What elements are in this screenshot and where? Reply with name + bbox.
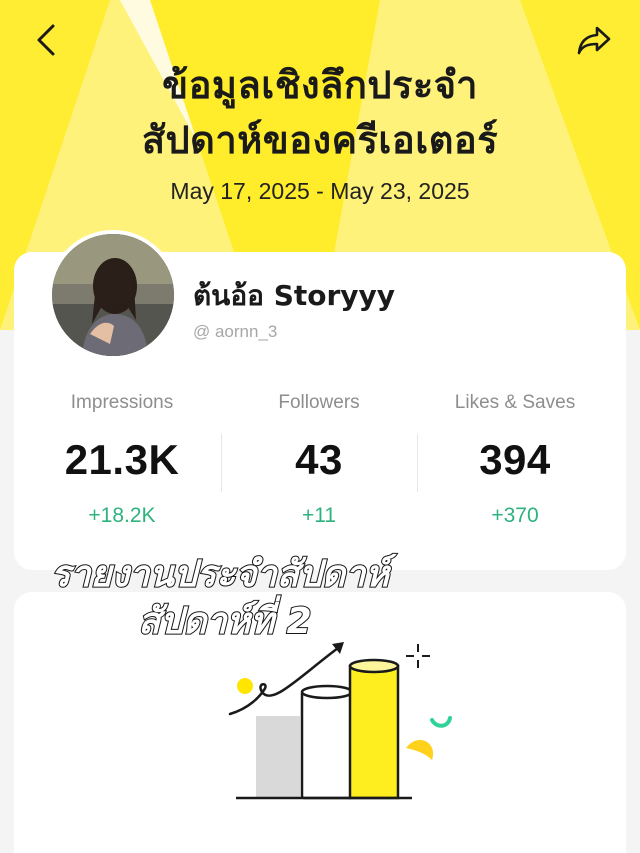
profile-name: ต้นอ้อ Storyyy <box>193 279 396 312</box>
share-button[interactable] <box>572 18 616 62</box>
stat-label: Impressions <box>70 392 174 413</box>
page-title: ข้อมูลเชิงลึกประจำ สัปดาห์ของครีเอเตอร์ <box>0 58 640 168</box>
illus-bar-gray <box>256 716 300 798</box>
stat-delta: +370 <box>491 504 539 527</box>
stat-value: 43 <box>295 436 343 483</box>
overlay-caption-line2: สัปดาห์ที่ 2 <box>137 600 312 643</box>
date-range: May 17, 2025 - May 23, 2025 <box>170 178 470 204</box>
sparkle-icon <box>406 644 430 668</box>
chevron-left-icon <box>37 24 55 56</box>
page-title-line1: ข้อมูลเชิงลึกประจำ <box>162 63 478 107</box>
stat-label: Followers <box>278 392 360 413</box>
stat-value: 21.3K <box>64 436 180 483</box>
illus-dot <box>237 678 253 694</box>
stat-impressions: Impressions 21.3K +18.2K <box>22 392 222 528</box>
avatar[interactable] <box>48 230 178 360</box>
stat-followers: Followers 43 +11 <box>219 392 419 528</box>
avatar-photo <box>52 234 174 356</box>
illus-bar-yellow <box>348 664 400 800</box>
share-icon <box>577 26 611 55</box>
stat-label: Likes & Saves <box>454 392 576 413</box>
illus-leaf <box>406 739 434 760</box>
back-button[interactable] <box>24 18 68 62</box>
growth-chart-illustration <box>228 642 452 800</box>
stat-delta: +11 <box>301 504 337 527</box>
illus-bar-white <box>300 690 354 800</box>
stat-likes-saves: Likes & Saves 394 +370 <box>415 392 615 528</box>
screen: ข้อมูลเชิงลึกประจำ สัปดาห์ของครีเอเตอร์ … <box>0 0 640 853</box>
stat-delta: +18.2K <box>88 504 156 527</box>
profile-handle: @ aornn_3 <box>193 322 278 341</box>
page-title-line2: สัปดาห์ของครีเอเตอร์ <box>141 118 499 162</box>
stat-value: 394 <box>479 436 551 483</box>
illus-swoosh <box>430 716 452 728</box>
